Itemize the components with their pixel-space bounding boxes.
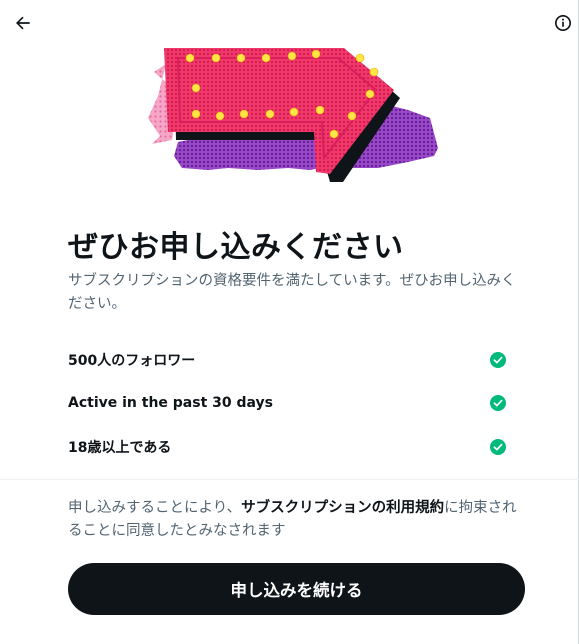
requirement-row: Active in the past 30 days [68, 382, 510, 426]
footer-divider [0, 479, 579, 480]
check-circle-icon [490, 395, 506, 412]
requirement-label: 500人のフォロワー [68, 352, 196, 369]
top-bar [0, 0, 579, 46]
requirement-row: 18歳以上である [68, 425, 510, 469]
subscription-apply-page: ぜひお申し込みください サブスクリプションの資格要件を満たしています。ぜひお申し… [0, 0, 579, 644]
page-subtitle: サブスクリプションの資格要件を満たしています。ぜひお申し込みください。 [68, 273, 516, 312]
requirement-label: Active in the past 30 days [68, 395, 274, 412]
back-button[interactable] [7, 7, 39, 39]
terms-link[interactable]: サブスクリプションの利用規約 [241, 500, 444, 516]
requirement-label: 18歳以上である [68, 439, 172, 456]
arrow-marquee-illustration [148, 48, 438, 182]
info-circle-icon [554, 14, 572, 32]
arrow-left-icon [16, 16, 30, 30]
requirements-list: 500人のフォロワー Active in the past 30 days 18… [68, 338, 510, 469]
requirement-row: 500人のフォロワー [68, 338, 510, 382]
terms-prefix: 申し込みすることにより、 [68, 500, 242, 516]
terms-notice: 申し込みすることにより、サブスクリプションの利用規約に拘束されることに同意したと… [68, 497, 528, 543]
page-title: ぜひお申し込みください [68, 230, 404, 265]
check-circle-icon [490, 438, 506, 455]
continue-apply-button[interactable]: 申し込みを続ける [68, 563, 525, 615]
info-button[interactable] [547, 7, 579, 39]
check-circle-icon [490, 351, 506, 368]
